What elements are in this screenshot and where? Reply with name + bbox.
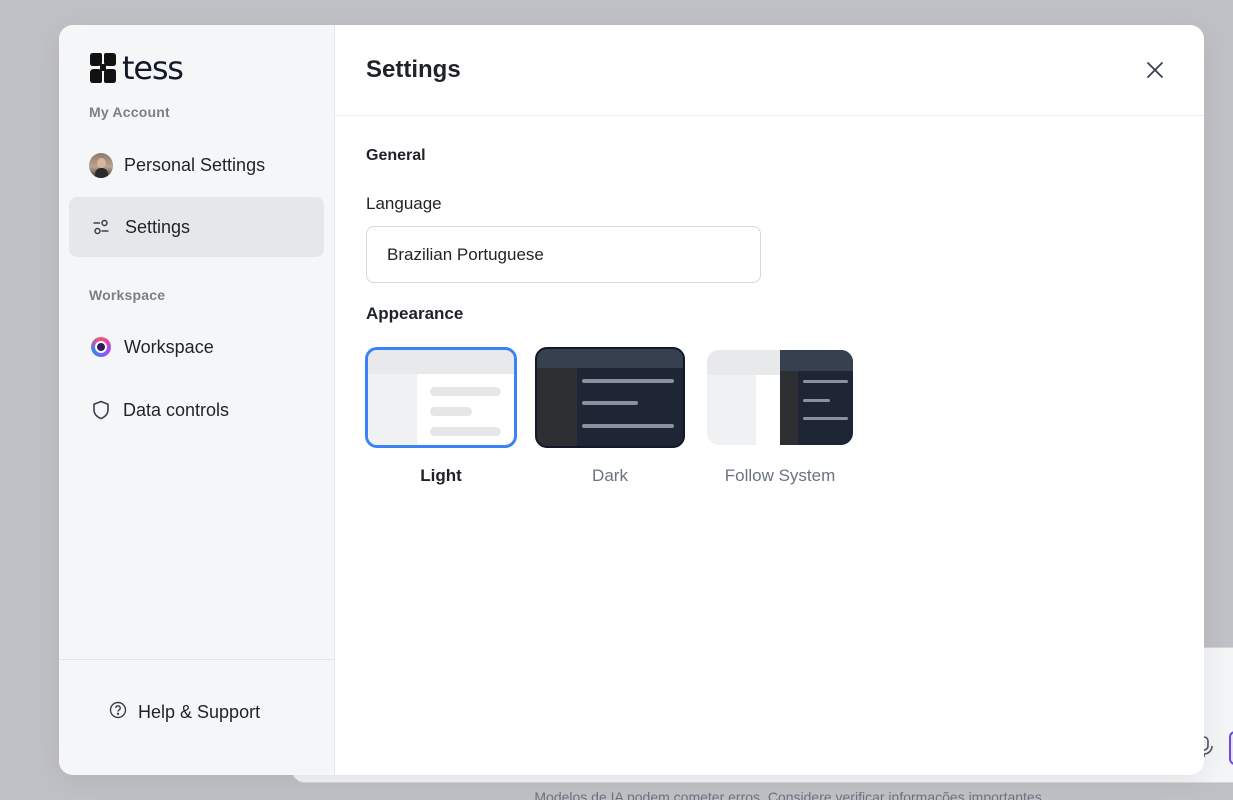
theme-option-dark[interactable]: Dark (535, 347, 685, 486)
language-select[interactable]: Brazilian Portuguese (366, 226, 761, 283)
page-title: Settings (366, 56, 461, 83)
dark-theme-preview (535, 347, 685, 448)
general-section-title: General (366, 147, 426, 164)
close-button[interactable] (1141, 56, 1169, 84)
logo-text: tess (122, 49, 184, 87)
light-theme-preview (365, 347, 517, 448)
tess-logo: tess (88, 49, 184, 87)
avatar (89, 152, 113, 178)
workspace-icon (91, 337, 111, 357)
help-support-link[interactable]: Help & Support (109, 701, 260, 724)
sidebar-item-label: Personal Settings (124, 154, 266, 175)
sidebar-item-data-controls[interactable]: Data controls (69, 380, 324, 440)
sidebar-item-settings[interactable]: Settings (69, 197, 324, 257)
sidebar-item-personal-settings[interactable]: Personal Settings (69, 135, 324, 195)
theme-option-light[interactable]: Light (365, 347, 517, 486)
close-icon (1147, 62, 1163, 78)
language-label: Language (366, 194, 442, 213)
help-circle-icon (109, 701, 127, 724)
settings-sidebar: tess My Account Personal Settings Settin… (59, 25, 335, 775)
sidebar-item-workspace[interactable]: Workspace (69, 317, 324, 377)
sliders-icon (89, 215, 113, 239)
theme-label-system: Follow System (724, 466, 836, 485)
my-account-label: My Account (89, 104, 170, 120)
sidebar-item-label: Workspace (124, 336, 214, 357)
theme-label-dark: Dark (592, 466, 628, 485)
shield-icon (89, 398, 113, 422)
settings-main: Settings General Language Brazilian Port… (335, 25, 1204, 775)
tess-logo-icon (90, 53, 116, 83)
system-theme-preview (707, 350, 853, 445)
theme-option-system[interactable]: Follow System (707, 347, 853, 486)
workspace-section-label: Workspace (89, 287, 166, 303)
settings-header: Settings (335, 25, 1204, 116)
ai-disclaimer: Modelos de IA podem cometer erros. Consi… (534, 789, 1046, 800)
appearance-section-title: Appearance (366, 304, 464, 323)
background-send-button (1229, 731, 1233, 765)
sidebar-item-label: Data controls (123, 399, 230, 420)
sidebar-item-label: Settings (125, 216, 191, 237)
settings-modal: tess My Account Personal Settings Settin… (59, 25, 1204, 775)
sidebar-footer: Help & Support (59, 659, 334, 775)
help-support-label: Help & Support (138, 702, 261, 722)
theme-label-light: Light (420, 466, 462, 485)
